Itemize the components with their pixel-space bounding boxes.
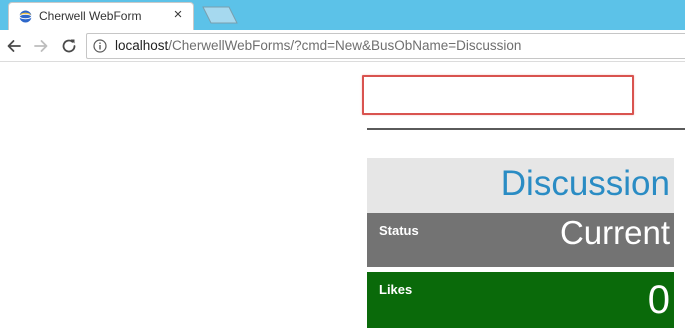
tab-close-icon[interactable]: × bbox=[171, 7, 185, 22]
address-bar[interactable]: localhost/CherwellWebForms/?cmd=New&BusO… bbox=[86, 33, 685, 59]
highlighted-input-area[interactable] bbox=[362, 75, 634, 115]
globe-icon bbox=[19, 10, 32, 23]
back-arrow-icon[interactable] bbox=[4, 36, 24, 56]
page-content: Discussion Status Current Likes 0 bbox=[0, 62, 685, 328]
url-host: localhost bbox=[115, 38, 169, 53]
divider bbox=[367, 128, 685, 130]
browser-tab[interactable]: Cherwell WebForm × bbox=[8, 2, 194, 30]
browser-toolbar: localhost/CherwellWebForms/?cmd=New&BusO… bbox=[0, 30, 685, 62]
info-icon[interactable] bbox=[93, 39, 107, 53]
url-path: /CherwellWebForms/?cmd=New&BusObName=Dis… bbox=[168, 38, 522, 53]
forward-arrow-icon[interactable] bbox=[31, 36, 51, 56]
status-value: Current bbox=[559, 214, 670, 251]
title-tile: Discussion bbox=[367, 158, 674, 213]
status-tile: Status Current bbox=[367, 213, 674, 267]
tab-strip: Cherwell WebForm × bbox=[0, 0, 685, 30]
tab-title: Cherwell WebForm bbox=[39, 9, 142, 23]
likes-value: 0 bbox=[647, 278, 670, 322]
likes-label: Likes bbox=[379, 282, 413, 297]
status-label: Status bbox=[379, 223, 419, 238]
likes-tile: Likes 0 bbox=[367, 272, 674, 328]
form-title: Discussion bbox=[500, 164, 670, 203]
new-tab-icon[interactable] bbox=[202, 6, 238, 24]
url-text[interactable]: localhost/CherwellWebForms/?cmd=New&BusO… bbox=[115, 38, 521, 53]
reload-icon[interactable] bbox=[59, 36, 79, 56]
